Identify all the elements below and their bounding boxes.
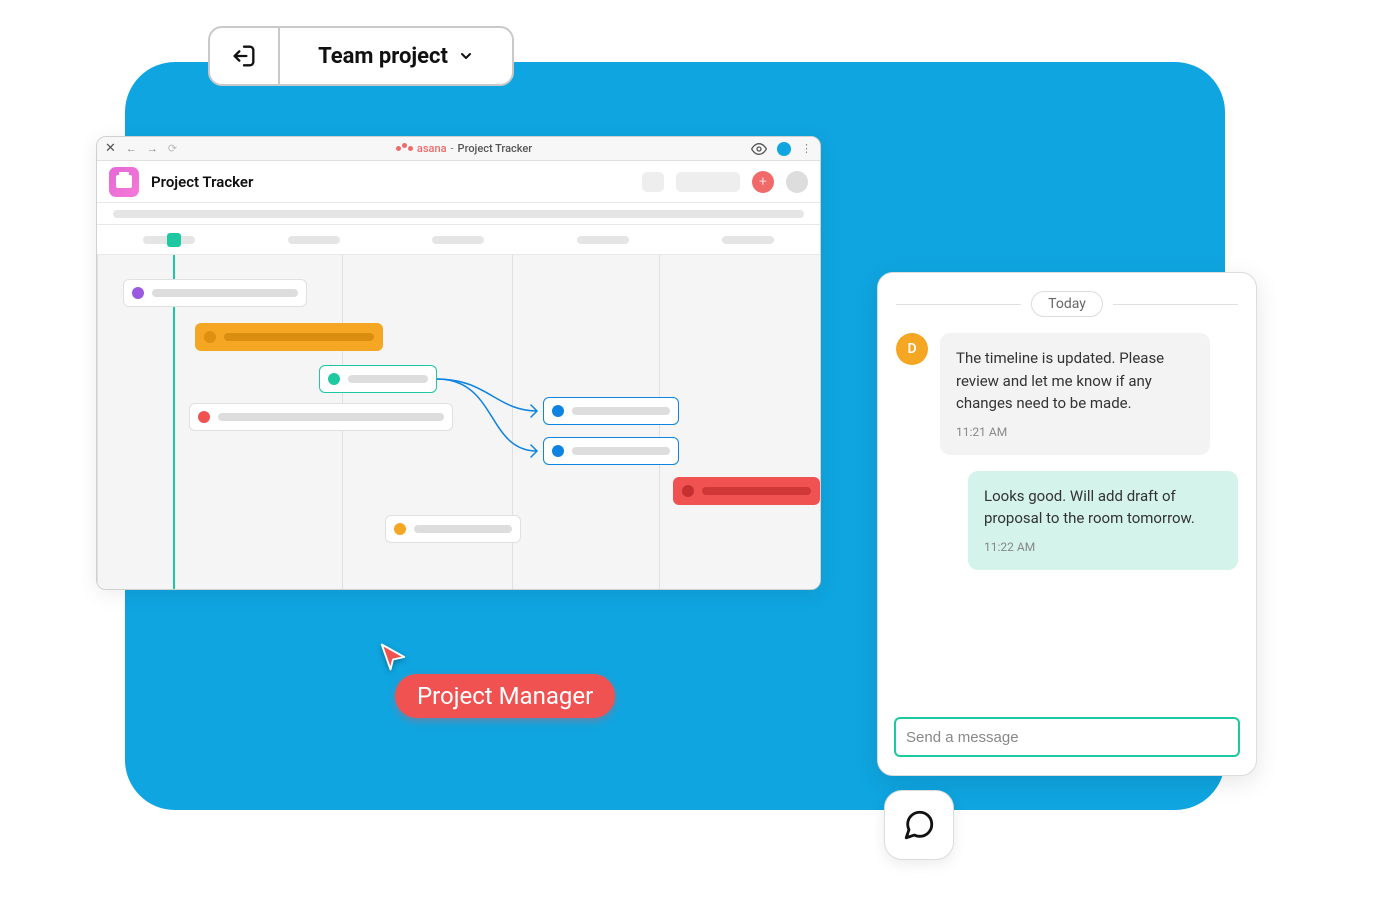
exit-icon[interactable] [210, 28, 280, 84]
timeline-task[interactable] [543, 437, 679, 465]
header-placeholder[interactable] [642, 172, 664, 192]
timeline-task[interactable] [673, 477, 820, 505]
subheader-placeholder [113, 210, 804, 218]
chat-panel: Today D The timeline is updated. Please … [877, 272, 1257, 776]
timeline-columns-header [97, 225, 820, 255]
chat-message: Looks good. Will add draft of proposal t… [896, 471, 1238, 570]
add-button[interactable]: + [752, 171, 774, 193]
chat-icon [902, 808, 936, 842]
chat-bubble[interactable]: Looks good. Will add draft of proposal t… [968, 471, 1238, 570]
column-header-placeholder [722, 236, 774, 244]
browser-toolbar: ✕ ← → ⟳ asana - Project Tracker ⋮ [97, 137, 820, 161]
timeline-task[interactable] [543, 397, 679, 425]
timeline-task[interactable] [123, 279, 307, 307]
more-icon[interactable]: ⋮ [801, 142, 812, 155]
avatar: D [896, 333, 928, 365]
chat-day-label: Today [1031, 291, 1103, 317]
chat-bubble[interactable]: The timeline is updated. Please review a… [940, 333, 1210, 455]
chat-message-text: Looks good. Will add draft of proposal t… [984, 485, 1222, 530]
app-header: Project Tracker + [97, 161, 820, 203]
column-header-placeholder [432, 236, 484, 244]
status-dot [777, 142, 791, 156]
today-marker-icon [167, 233, 181, 247]
timeline-task[interactable] [385, 515, 521, 543]
timeline-task[interactable] [195, 323, 383, 351]
cursor-role-label: Project Manager [395, 674, 615, 718]
timeline-task[interactable] [189, 403, 453, 431]
project-title: Project Tracker [151, 173, 253, 191]
project-icon [109, 167, 139, 197]
timeline-body[interactable] [97, 255, 820, 589]
tab-title: Project Tracker [458, 142, 533, 155]
dropdown-label: Team project [318, 44, 448, 69]
column-header-placeholder [577, 236, 629, 244]
timeline-task[interactable] [319, 365, 437, 393]
chat-message: D The timeline is updated. Please review… [896, 333, 1238, 455]
forward-icon[interactable]: → [147, 142, 158, 155]
cursor-icon [378, 642, 408, 676]
asana-logo-icon [396, 146, 413, 151]
chat-message-time: 11:22 AM [984, 538, 1222, 556]
chat-message-input[interactable] [894, 717, 1240, 757]
eye-icon[interactable] [751, 141, 767, 157]
project-tracker-window: ✕ ← → ⟳ asana - Project Tracker ⋮ Projec… [96, 136, 821, 590]
chat-toggle-button[interactable] [884, 790, 954, 860]
chat-day-divider: Today [896, 291, 1238, 317]
back-icon[interactable]: ← [126, 142, 137, 155]
subheader [97, 203, 820, 225]
brand-name: asana [417, 142, 447, 155]
chat-message-time: 11:21 AM [956, 423, 1194, 441]
avatar[interactable] [786, 171, 808, 193]
team-project-dropdown[interactable]: Team project [208, 26, 514, 86]
header-placeholder[interactable] [676, 172, 740, 192]
chat-message-text: The timeline is updated. Please review a… [956, 347, 1194, 415]
column-header-placeholder [288, 236, 340, 244]
browser-tab-title: asana - Project Tracker [187, 142, 741, 155]
close-icon[interactable]: ✕ [105, 141, 116, 156]
task-connector [437, 373, 557, 463]
chevron-down-icon [458, 48, 474, 64]
refresh-icon[interactable]: ⟳ [168, 142, 177, 155]
